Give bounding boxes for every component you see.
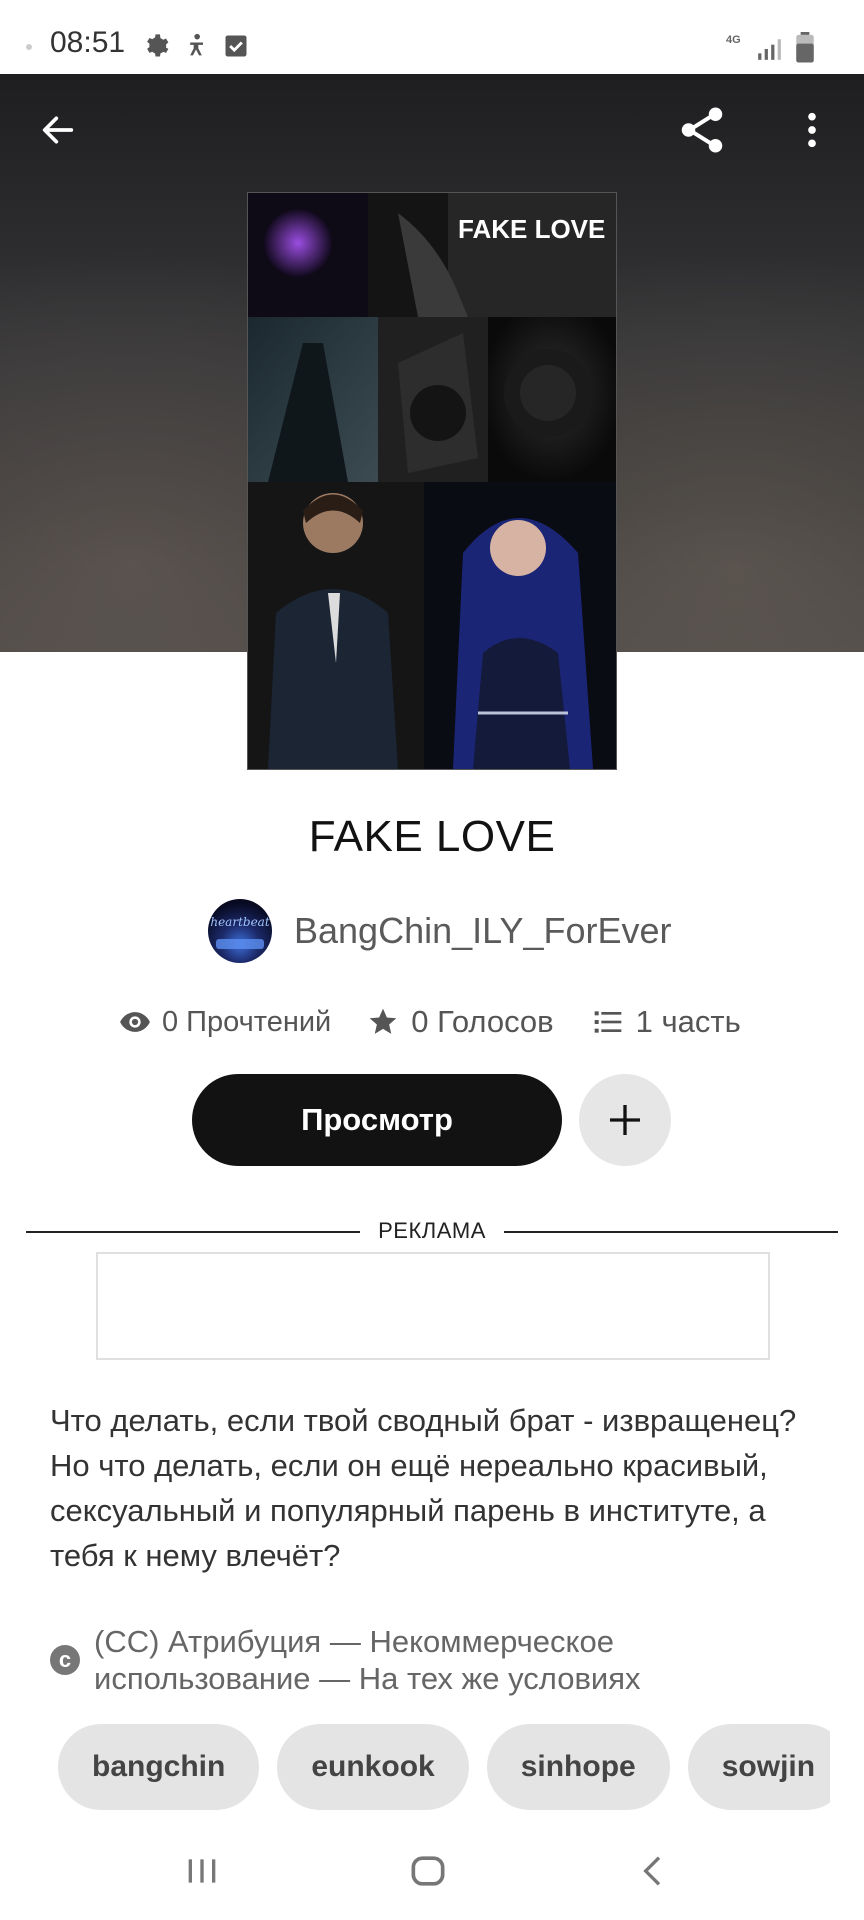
story-title: FAKE LOVE [308,812,556,861]
story-cover[interactable]: FAKE LOVE [247,192,617,770]
reads-count: 0 Прочтений [162,1005,332,1038]
votes-count: 0 Голосов [411,1004,554,1039]
add-to-library-button[interactable] [579,1074,671,1166]
back-button[interactable] [28,100,88,160]
share-button[interactable] [672,100,732,160]
parts-count: 1 часть [635,1004,741,1039]
share-icon [681,107,723,153]
eye-icon [120,1012,150,1032]
plus-icon [610,1105,640,1135]
license-text: (CC) Атрибуция — Некоммерческое использо… [94,1624,641,1696]
ad-divider-right [504,1231,838,1233]
parts-stat: 1 часть [592,1004,741,1040]
tag-chip[interactable]: eunkook [277,1724,469,1810]
votes-stat: 0 Голосов [367,1004,554,1040]
reads-stat: 0 Прочтений [118,1005,331,1039]
tag-chip[interactable]: sinhope [486,1724,670,1810]
home-button[interactable] [398,1846,458,1896]
tag-list: bangchin eunkook sinhope sowjin [58,1724,830,1814]
status-bar: 08:51 4G [0,0,864,74]
settings-icon [147,34,169,57]
star-icon [369,1008,397,1034]
nav-back-button[interactable] [624,1846,684,1896]
home-icon [411,1856,445,1886]
author-row[interactable]: heartbeat BangChin_ILY_ForEver [208,896,672,966]
back-icon [643,1856,661,1886]
network-type: 4G [726,34,741,46]
story-description: Что делать, если твой сводный брат - изв… [50,1403,797,1573]
tag-chip[interactable]: bangchin [58,1724,260,1810]
stats-row: 0 Прочтений 0 Голосов 1 часть [118,1000,741,1044]
copyright-icon: c [50,1645,80,1675]
recent-apps-icon [188,1859,216,1883]
cover-collage: FAKE LOVE [248,193,616,769]
battery-icon [796,32,814,63]
status-time: 08:51 [50,26,126,59]
read-button[interactable]: Просмотр [192,1074,562,1166]
system-nav-bar [0,1820,864,1920]
tag-chip[interactable]: sowjin [687,1724,830,1810]
author-name[interactable]: BangChin_ILY_ForEver [294,910,672,952]
checkbox-icon [225,35,247,57]
avatar-text: heartbeat [210,915,270,929]
ad-label: РЕКЛАМА [378,1218,486,1243]
more-options-button[interactable] [782,100,842,160]
status-dot [26,44,32,50]
cover-title-text: FAKE LOVE [458,214,605,244]
recent-apps-button[interactable] [172,1846,232,1896]
list-icon [594,1011,621,1033]
author-avatar[interactable]: heartbeat [208,899,272,963]
back-arrow-icon [42,116,74,144]
signal-icon [758,39,781,60]
accessibility-icon [190,33,203,56]
more-vert-icon [808,112,816,148]
ad-banner[interactable] [96,1252,770,1360]
ad-divider-left [26,1231,360,1233]
